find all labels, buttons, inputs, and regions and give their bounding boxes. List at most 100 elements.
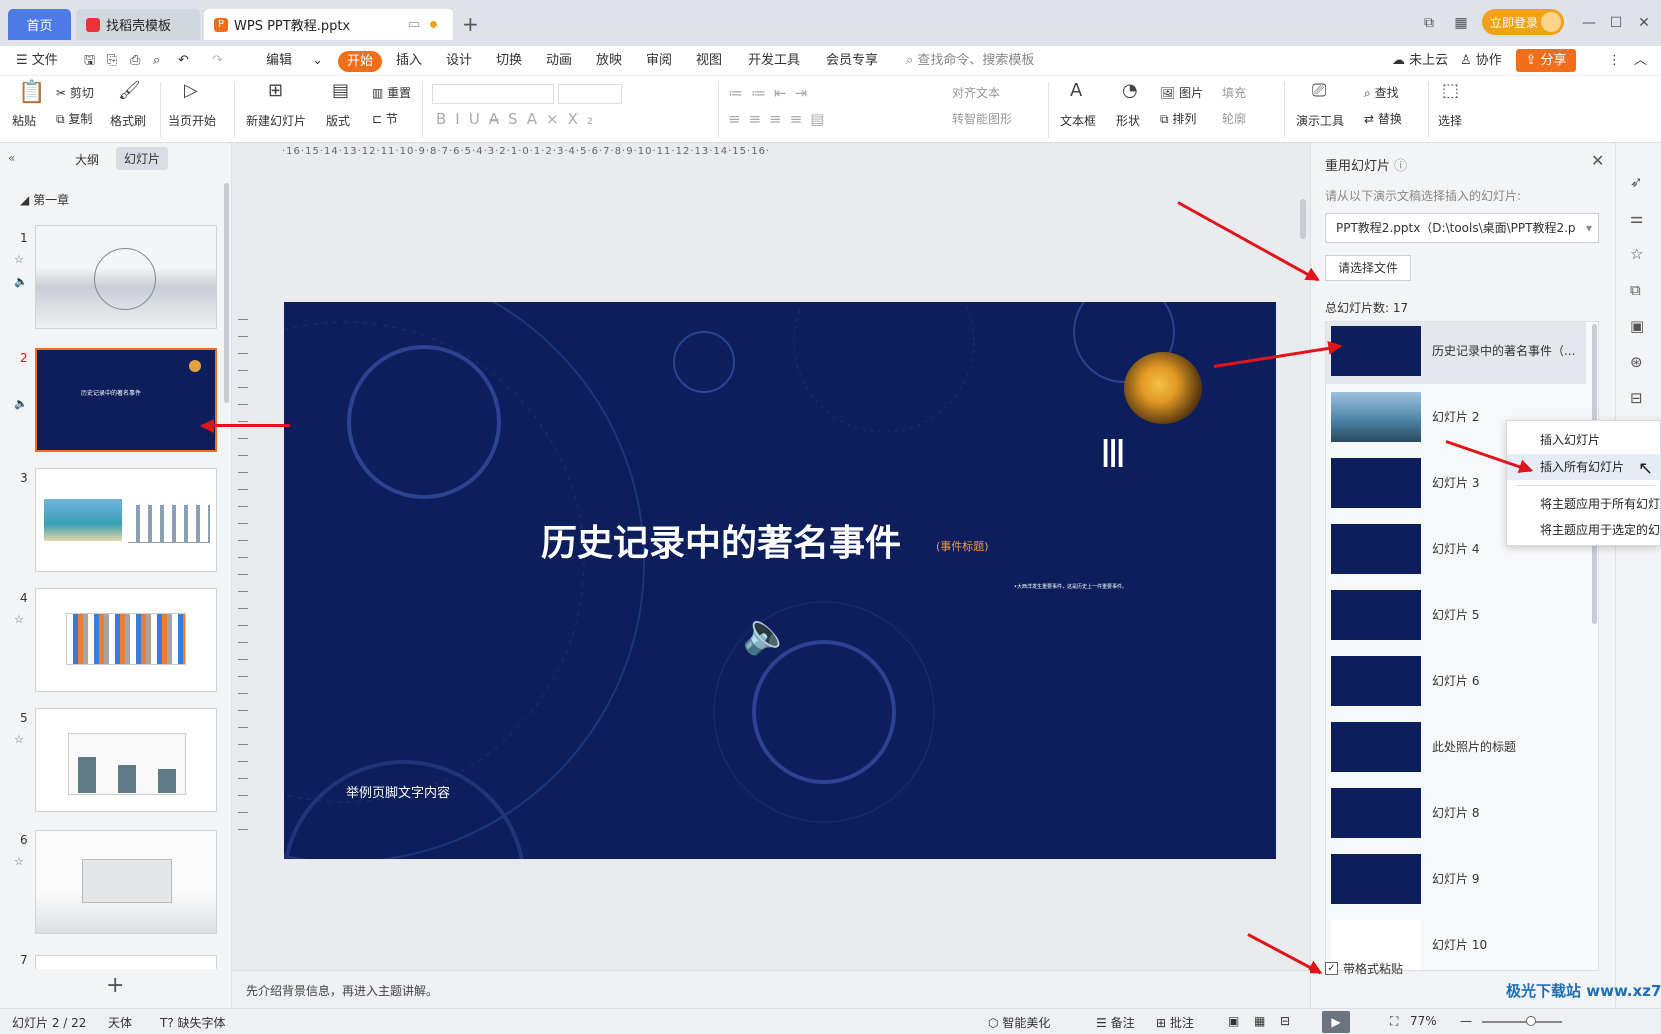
help-icon[interactable]: ⓘ [1394,159,1407,174]
smart-shape-button[interactable]: 转智能图形 [952,110,1012,127]
grid-apps-icon[interactable]: ▦ [1450,12,1472,34]
maximize-icon[interactable]: ☐ [1605,12,1627,34]
apply-theme-all-item[interactable]: 将主题应用于所有幻灯片 [1507,491,1661,517]
image-icon[interactable]: ▣ [1630,317,1644,335]
align-tools[interactable]: ≡≡≡≡▤ [728,110,832,128]
insert-slide-item[interactable]: 插入幻灯片 [1507,427,1661,453]
zoom-level[interactable]: 77% [1410,1014,1437,1028]
preview-icon[interactable]: ⌕ [147,50,166,72]
slide-footer[interactable]: 举例页脚文字内容 [346,782,450,801]
rocket-icon[interactable]: ➶ [1630,173,1643,191]
layout-button[interactable]: 版式 [326,112,350,129]
notes-pane[interactable]: 先介绍背景信息，再进入主题讲解。 [232,970,1310,1008]
login-button[interactable]: 立即登录 [1482,9,1564,35]
present-tool-icon[interactable]: ⎚ [1312,80,1326,101]
choose-file-button[interactable]: 请选择文件 [1325,255,1411,281]
copy-slide-icon[interactable]: ⧉ [1630,281,1641,299]
reuse-item[interactable]: 此处照片的标题 [1326,718,1594,780]
zoom-out-icon[interactable]: — [1460,1014,1472,1028]
shape-icon[interactable]: ◔ [1122,80,1138,101]
reading-view-icon[interactable]: ⊟ [1280,1014,1290,1028]
add-slide-button[interactable]: + [106,973,124,998]
shape-button[interactable]: 形状 [1116,112,1140,129]
audio-speaker-icon[interactable]: 🔈 [742,610,792,657]
arrange-button[interactable]: ⧉ 排列 [1160,110,1196,127]
slide-title[interactable]: 历史记录中的著名事件 [541,514,901,566]
slide-thumb-6[interactable] [35,830,217,934]
reset-button[interactable]: ▥ 重置 [372,84,411,101]
comments-button[interactable]: ⊞ 批注 [1156,1014,1194,1031]
sorter-view-icon[interactable]: ▦ [1254,1014,1265,1028]
sliders-icon[interactable]: ⚌ [1630,209,1643,227]
undo-icon[interactable]: ↶ [172,50,195,72]
close-window-icon[interactable]: ✕ [1633,12,1655,34]
compass-icon[interactable]: ⊛ [1630,353,1643,371]
slide-thumb-1[interactable] [35,225,217,329]
more-options-icon[interactable]: ⋮ [1602,50,1627,72]
reuse-item[interactable]: 幻灯片 8 [1326,784,1594,846]
replace-button[interactable]: ⇄ 替换 [1364,110,1402,127]
new-slide-icon[interactable]: ⊞ [268,80,283,101]
tab-outline[interactable]: 大纲 [75,151,99,168]
font-style-tools[interactable]: BIUA̶SA×X₂ [436,110,602,128]
tab-slideshow[interactable]: 放映 [590,50,628,72]
file-menu[interactable]: ☰ 文件 [10,50,64,72]
present-tool-button[interactable]: 演示工具 [1296,112,1344,129]
save-icon[interactable]: 🖫 [78,50,101,72]
reuse-item[interactable]: 幻灯片 5 [1326,586,1594,648]
play-slideshow-button[interactable]: ▶ [1322,1011,1350,1033]
tab-template[interactable]: 找稻壳模板 [76,9,200,40]
thumb-scrollbar[interactable] [224,183,229,403]
minimize-icon[interactable]: — [1578,12,1600,34]
apply-theme-selected-item[interactable]: 将主题应用于选定的幻灯片 [1507,517,1661,543]
zoom-slider[interactable] [1482,1021,1562,1023]
notes-text[interactable]: 先介绍背景信息，再进入主题讲解。 [246,982,438,999]
section-header[interactable]: ◢ 第一章 [20,191,69,208]
collapse-panel-icon[interactable]: « [8,151,15,165]
beautify-button[interactable]: ⬡ 智能美化 [988,1014,1050,1031]
cloud-status[interactable]: ☁ 未上云 [1386,50,1454,72]
collapse-ribbon-icon[interactable]: ︿ [1628,50,1653,72]
slide-subtitle[interactable]: (事件标题) [936,538,989,554]
tab-view[interactable]: 视图 [690,50,728,72]
layout-icon[interactable]: ⧉ [1418,12,1440,34]
from-current-button[interactable]: 当页开始 [168,112,216,129]
reuse-item[interactable]: 幻灯片 6 [1326,652,1594,714]
tab-review[interactable]: 审阅 [640,50,678,72]
remarks-button[interactable]: ☰ 备注 [1096,1014,1135,1031]
edit-menu[interactable]: 编辑 [260,50,298,72]
new-slide-button[interactable]: 新建幻灯片 [246,112,306,129]
paste-button[interactable]: 粘贴 [12,112,36,129]
cut-button[interactable]: ✂ 剪切 [56,84,94,101]
zoom-slider-thumb[interactable] [1526,1016,1536,1026]
fill-button[interactable]: 填充 [1222,84,1246,101]
font-family-select[interactable] [432,84,554,104]
tab-member[interactable]: 会员专享 [820,50,884,72]
more-menu-icon[interactable]: ⌄ [306,50,329,72]
textbox-icon[interactable]: A [1070,80,1082,101]
normal-view-icon[interactable]: ▣ [1228,1014,1239,1028]
file-path-select[interactable]: PPT教程2.pptx（D:\tools\桌面\PPT教程2.p ▾ [1325,213,1599,243]
theme-name[interactable]: 天体 [108,1014,132,1031]
slide-thumb-2[interactable]: 历史记录中的著名事件 [35,348,217,452]
screen-icon[interactable]: ▭ [408,17,420,32]
tab-transition[interactable]: 切换 [490,50,528,72]
copy-button[interactable]: ⧉ 复制 [56,110,92,127]
export-icon[interactable]: ⎘ [101,50,123,72]
picture-button[interactable]: 🖼 图片 [1160,84,1203,101]
command-search[interactable]: ⌕ 查找命令、搜索模板 [900,50,1040,72]
collab-button[interactable]: ♙ 协作 [1454,50,1508,72]
book-icon[interactable]: ⊟ [1630,389,1643,407]
tab-slides[interactable]: 幻灯片 [116,147,169,170]
canvas-scrollbar[interactable] [1300,199,1306,239]
outline-button[interactable]: 轮廓 [1222,110,1246,127]
keep-format-checkbox[interactable]: ✓ 带格式粘贴 [1325,960,1403,977]
star-icon[interactable]: ☆ [1630,245,1643,263]
layout-icon[interactable]: ▤ [332,80,349,101]
slide-thumb-4[interactable] [35,588,217,692]
format-painter-icon[interactable]: 🖌 [118,80,141,101]
slide-thumb-5[interactable] [35,708,217,812]
share-button[interactable]: ⇪ 分享 [1516,49,1576,72]
paragraph-tools[interactable]: ≔≔⇤⇥ [728,84,815,102]
format-painter-button[interactable]: 格式刷 [110,112,146,129]
